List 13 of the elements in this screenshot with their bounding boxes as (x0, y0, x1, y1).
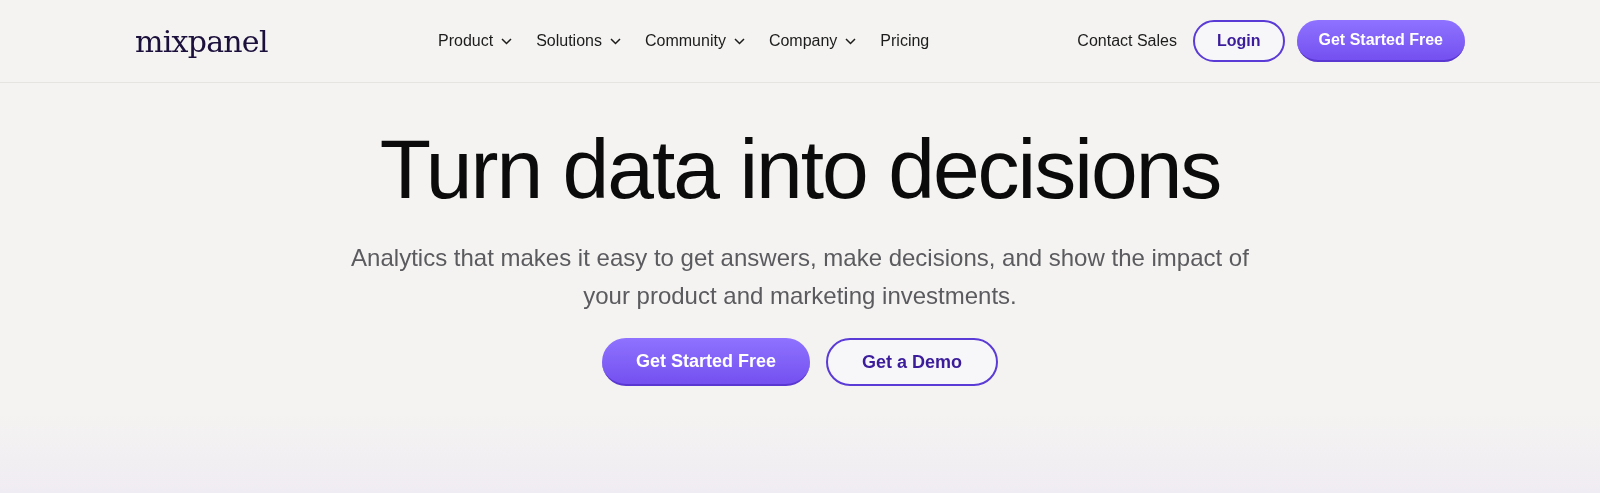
nav-link[interactable]: Pricing (880, 29, 930, 53)
hero-subtitle: Analytics that makes it easy to get answers, make decisions, and show the impact of your product and marketing investments. (350, 243, 1250, 311)
hero-title: Turn data into decisions (379, 127, 1221, 211)
demo-button[interactable]: Get a Demo (826, 338, 999, 386)
login-button[interactable]: Login (1192, 20, 1285, 62)
nav-link[interactable]: Company (768, 29, 857, 53)
get-started-button[interactable]: Get Started Free (1296, 20, 1465, 62)
logo[interactable]: mixpanel (135, 18, 395, 64)
contact-sales-link[interactable]: Contact Sales (1077, 29, 1177, 53)
nav-link[interactable]: Community (644, 29, 745, 53)
nav-link[interactable]: Product (438, 29, 513, 53)
nav-link[interactable]: Solutions (536, 29, 621, 53)
get-started-button[interactable]: Get Started Free (601, 338, 810, 386)
